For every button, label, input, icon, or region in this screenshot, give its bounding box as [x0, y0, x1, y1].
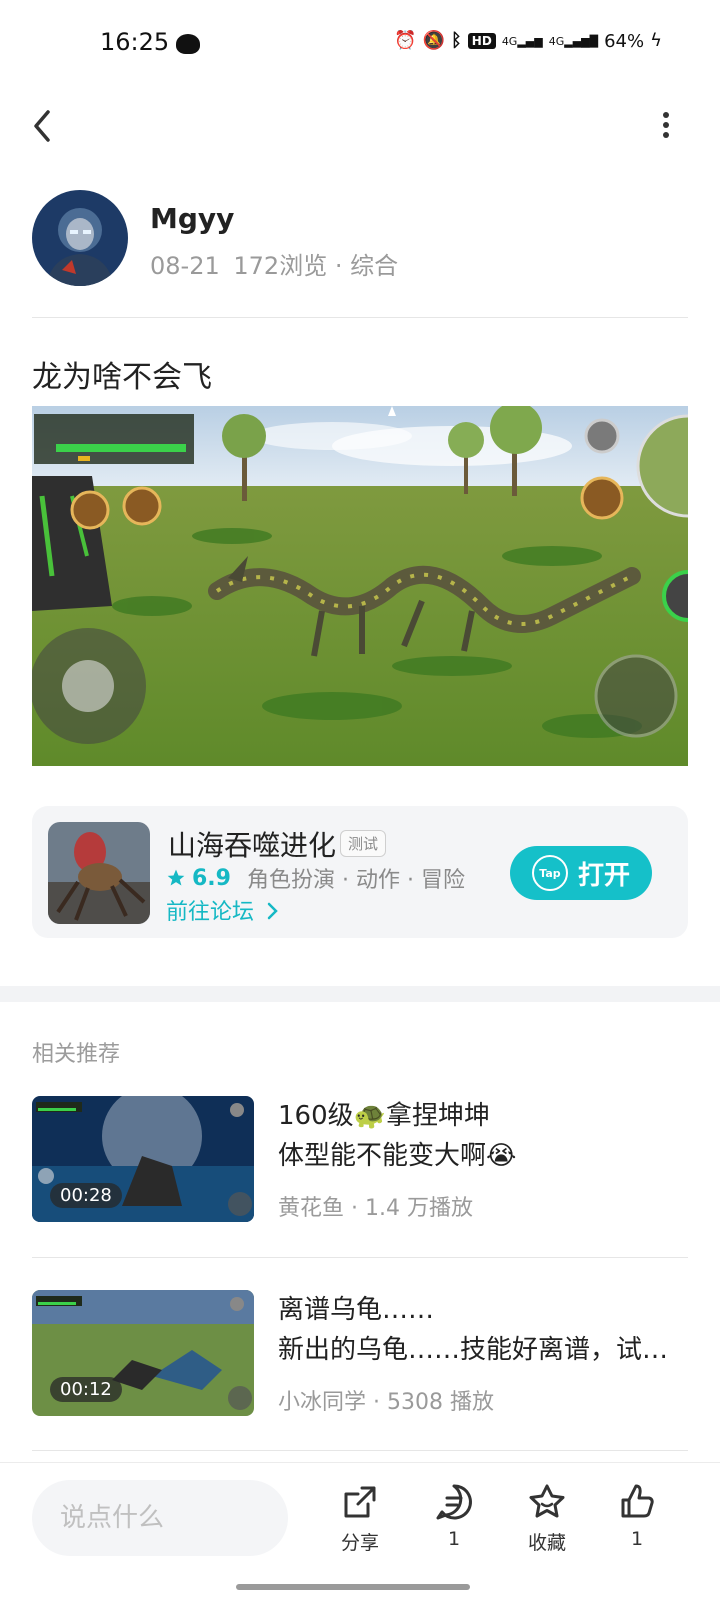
mute-icon: 🔕	[422, 30, 445, 51]
like-count: 1	[630, 1528, 644, 1550]
signal-icon-2: 4G▂▄▆█	[548, 34, 599, 48]
back-button[interactable]	[28, 106, 60, 146]
more-vertical-icon	[663, 112, 669, 138]
comment-input[interactable]	[32, 1480, 288, 1556]
related-item-subtitle: 体型能不能变大啊😭	[278, 1141, 517, 1171]
battery-text: 64%	[604, 30, 645, 52]
author-meta: 08-21 172浏览 · 综合	[150, 252, 399, 280]
home-indicator[interactable]	[236, 1584, 470, 1590]
related-item-title: 离谱乌龟……	[278, 1295, 435, 1325]
app-icon[interactable]	[48, 822, 150, 924]
app-test-badge: 测试	[340, 830, 387, 857]
related-item[interactable]: 00:28 160级🐢拿捏坤坤 体型能不能变大啊😭 黄花鱼 · 1.4 万播放	[32, 1096, 688, 1226]
related-item-title: 160级🐢拿捏坤坤	[278, 1101, 490, 1131]
more-options-button[interactable]	[656, 110, 676, 144]
open-app-button[interactable]: Tap 打开	[510, 846, 652, 900]
post-image[interactable]	[32, 406, 688, 766]
divider	[32, 1257, 688, 1258]
forum-link[interactable]: 前往论坛	[166, 894, 279, 926]
like-button[interactable]: 1	[597, 1482, 677, 1550]
video-duration: 00:28	[50, 1183, 122, 1208]
music-icon	[176, 34, 200, 54]
status-time: 16:25	[100, 28, 170, 56]
share-button[interactable]: 分享	[320, 1482, 400, 1555]
star-icon	[167, 869, 185, 886]
signal-icon-1: 4G▂▄▆	[501, 34, 543, 48]
divider	[32, 1450, 688, 1451]
section-separator	[0, 986, 720, 1002]
author-avatar[interactable]	[32, 190, 128, 286]
thumbs-up-icon	[621, 1484, 654, 1518]
comment-button[interactable]: 1	[414, 1482, 494, 1550]
status-icons: ⏰ 🔕 ᛒ HD 4G▂▄▆ 4G▂▄▆█ 64% ϟ	[394, 30, 662, 52]
related-item[interactable]: 00:12 离谱乌龟…… 新出的乌龟……技能好离谱，试… 小冰同学 · 5308…	[32, 1290, 688, 1420]
post-views: 172浏览	[233, 252, 328, 280]
video-thumbnail[interactable]: 00:12	[32, 1290, 254, 1416]
hd-icon: HD	[467, 33, 496, 49]
related-heading: 相关推荐	[32, 1042, 121, 1067]
share-icon	[344, 1486, 376, 1518]
charging-icon: ϟ	[650, 30, 662, 51]
bluetooth-icon: ᛒ	[450, 30, 462, 51]
app-rating-row: 6.9 角色扮演 · 动作 · 冒险	[166, 862, 465, 894]
app-genres: 角色扮演 · 动作 · 冒险	[246, 868, 465, 893]
alarm-icon: ⏰	[394, 30, 417, 51]
app-name: 山海吞噬进化	[168, 829, 337, 862]
related-item-meta: 小冰同学 · 5308 播放	[278, 1390, 494, 1415]
comment-count: 1	[447, 1528, 461, 1550]
favorite-button[interactable]: 收藏	[507, 1482, 587, 1555]
star-outline-icon	[529, 1484, 565, 1518]
chevron-right-icon	[267, 902, 278, 920]
video-thumbnail[interactable]: 00:28	[32, 1096, 254, 1222]
video-duration: 00:12	[50, 1377, 122, 1402]
divider	[32, 317, 688, 318]
comment-icon	[436, 1484, 472, 1520]
related-item-meta: 黄花鱼 · 1.4 万播放	[278, 1196, 473, 1221]
share-label: 分享	[340, 1532, 379, 1554]
app-score: 6.9	[192, 865, 231, 891]
post-date: 08-21	[150, 252, 220, 280]
tap-logo-icon: Tap	[531, 855, 568, 891]
post-title: 龙为啥不会飞	[32, 360, 212, 395]
post-category: 综合	[350, 252, 399, 280]
chevron-left-icon	[34, 110, 50, 142]
author-name[interactable]: Mgyy	[150, 202, 234, 235]
favorite-label: 收藏	[527, 1532, 566, 1554]
related-item-subtitle: 新出的乌龟……技能好离谱，试…	[278, 1335, 669, 1365]
